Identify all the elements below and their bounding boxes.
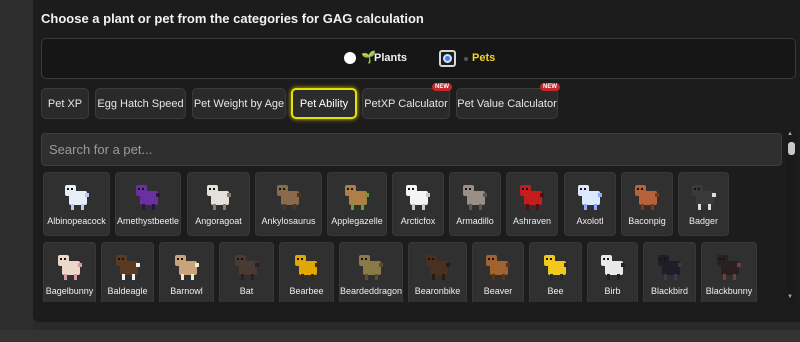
pet-name: Applegazelle xyxy=(331,216,383,226)
tab-label: Pet Weight by Age xyxy=(193,97,285,110)
pet-card[interactable]: Beardeddragon xyxy=(339,242,403,302)
pet-card[interactable]: Baldeagle xyxy=(101,242,154,302)
pet-search-input[interactable] xyxy=(41,133,782,166)
pet-grid: Albinopeacock Amethystbeetle Angoragoat Ank… xyxy=(41,170,785,302)
plants-label[interactable]: Plants xyxy=(374,52,407,64)
mode-toggle-box xyxy=(41,38,796,79)
tab-pet-weight-by-age[interactable]: Pet Weight by Age xyxy=(192,88,286,119)
pet-name: Baconpig xyxy=(628,216,666,226)
pet-image xyxy=(294,255,319,280)
pet-image xyxy=(234,255,259,280)
pet-name: Beardeddragon xyxy=(340,286,403,296)
panel-title: Choose a plant or pet from the categorie… xyxy=(41,11,424,26)
pet-image xyxy=(136,185,160,210)
pet-card[interactable]: Bearonbike xyxy=(408,242,467,302)
page-gutter xyxy=(0,0,33,342)
pet-card[interactable]: Beaver xyxy=(472,242,524,302)
pet-name: Bat xyxy=(239,286,254,296)
pet-image xyxy=(657,255,682,280)
pet-card[interactable]: Ankylosaurus xyxy=(255,172,322,236)
pet-card[interactable]: Bagelbunny xyxy=(43,242,96,302)
pet-name: Bearbee xyxy=(289,286,324,296)
pets-label[interactable]: Pets xyxy=(472,52,495,64)
pet-card[interactable]: Applegazelle xyxy=(327,172,387,236)
pet-image xyxy=(578,185,602,210)
pet-card[interactable]: Bat xyxy=(219,242,274,302)
scrollbar-thumb[interactable] xyxy=(788,142,795,155)
pet-card[interactable]: Amethystbeetle xyxy=(115,172,181,236)
pet-name: Arcticfox xyxy=(400,216,436,226)
plants-radio[interactable] xyxy=(344,52,356,64)
pet-name: Angoragoat xyxy=(195,216,242,226)
scroll-down-icon[interactable]: ▼ xyxy=(787,294,793,300)
pet-image xyxy=(115,255,140,280)
tab-label: Pet XP xyxy=(47,97,83,110)
pet-name: Amethystbeetle xyxy=(116,216,180,226)
pet-card[interactable]: Armadillo xyxy=(449,172,501,236)
new-badge: NEW xyxy=(432,83,452,91)
tab-label: Pet Value Calculator xyxy=(457,97,557,110)
pet-name: Albinopeacock xyxy=(47,216,106,226)
pet-card[interactable]: Axolotl xyxy=(564,172,616,236)
pet-name: Armadillo xyxy=(456,216,494,226)
pet-image xyxy=(520,185,544,210)
pet-name: Badger xyxy=(688,216,719,226)
pet-card[interactable]: Angoragoat xyxy=(187,172,250,236)
pet-card[interactable]: Barnowl xyxy=(159,242,214,302)
pet-name: Ashraven xyxy=(512,216,552,226)
pets-radio-selected-dot xyxy=(443,54,452,63)
pet-image xyxy=(717,255,741,280)
pet-name: Bearonbike xyxy=(414,286,461,296)
pet-image xyxy=(206,185,231,210)
new-badge: NEW xyxy=(540,83,560,91)
pet-card[interactable]: Blackbunny xyxy=(701,242,757,302)
pet-card[interactable]: Badger xyxy=(678,172,729,236)
pet-card[interactable]: Ashraven xyxy=(506,172,558,236)
grid-scrollbar[interactable] xyxy=(786,130,797,305)
pet-image xyxy=(691,185,716,210)
pet-name: Birb xyxy=(604,286,621,296)
pet-image xyxy=(543,255,568,280)
bottom-strip xyxy=(0,330,800,342)
pet-name: Baldeagle xyxy=(107,286,148,296)
pet-card[interactable]: Bearbee xyxy=(279,242,334,302)
pet-image xyxy=(345,185,369,210)
pet-card[interactable]: Birb xyxy=(587,242,638,302)
pet-name: Beaver xyxy=(483,286,513,296)
tab-egg-hatch-speed[interactable]: Egg Hatch Speed xyxy=(95,88,186,119)
tab-pet-ability[interactable]: Pet Ability xyxy=(291,88,357,119)
pet-card[interactable]: Albinopeacock xyxy=(43,172,110,236)
tab-label: Pet Ability xyxy=(299,97,349,110)
pet-name: Blackbunny xyxy=(705,286,753,296)
pet-image xyxy=(486,255,510,280)
pet-image xyxy=(600,255,625,280)
pet-image xyxy=(57,255,82,280)
pet-name: Blackbird xyxy=(650,286,688,296)
pet-image xyxy=(425,255,450,280)
pet-image xyxy=(463,185,487,210)
tab-pet-xp[interactable]: Pet XP xyxy=(41,88,89,119)
pet-name: Axolotl xyxy=(576,216,604,226)
pet-card[interactable]: Bee xyxy=(529,242,582,302)
pet-image xyxy=(635,185,659,210)
pet-card[interactable]: Blackbird xyxy=(643,242,696,302)
pet-name: Ankylosaurus xyxy=(261,216,316,226)
tab-label: PetXP Calculator xyxy=(364,97,448,110)
pet-name: Bee xyxy=(547,286,564,296)
pet-image xyxy=(276,185,301,210)
pet-name: Bagelbunny xyxy=(45,286,94,296)
pet-card[interactable]: Arcticfox xyxy=(392,172,444,236)
pet-image xyxy=(64,185,89,210)
paw-icon xyxy=(464,57,468,61)
pet-image xyxy=(406,185,430,210)
pet-card[interactable]: Baconpig xyxy=(621,172,673,236)
pets-radio[interactable] xyxy=(439,50,456,67)
tab-petxp-calculator[interactable]: PetXP Calculator NEW xyxy=(362,83,452,119)
scroll-up-icon[interactable]: ▲ xyxy=(787,131,793,137)
pet-image xyxy=(174,255,199,280)
pet-image xyxy=(359,255,383,280)
tab-label: Egg Hatch Speed xyxy=(97,97,184,110)
tab-pet-value-calculator[interactable]: Pet Value Calculator NEW xyxy=(456,83,560,119)
pet-name: Barnowl xyxy=(170,286,203,296)
